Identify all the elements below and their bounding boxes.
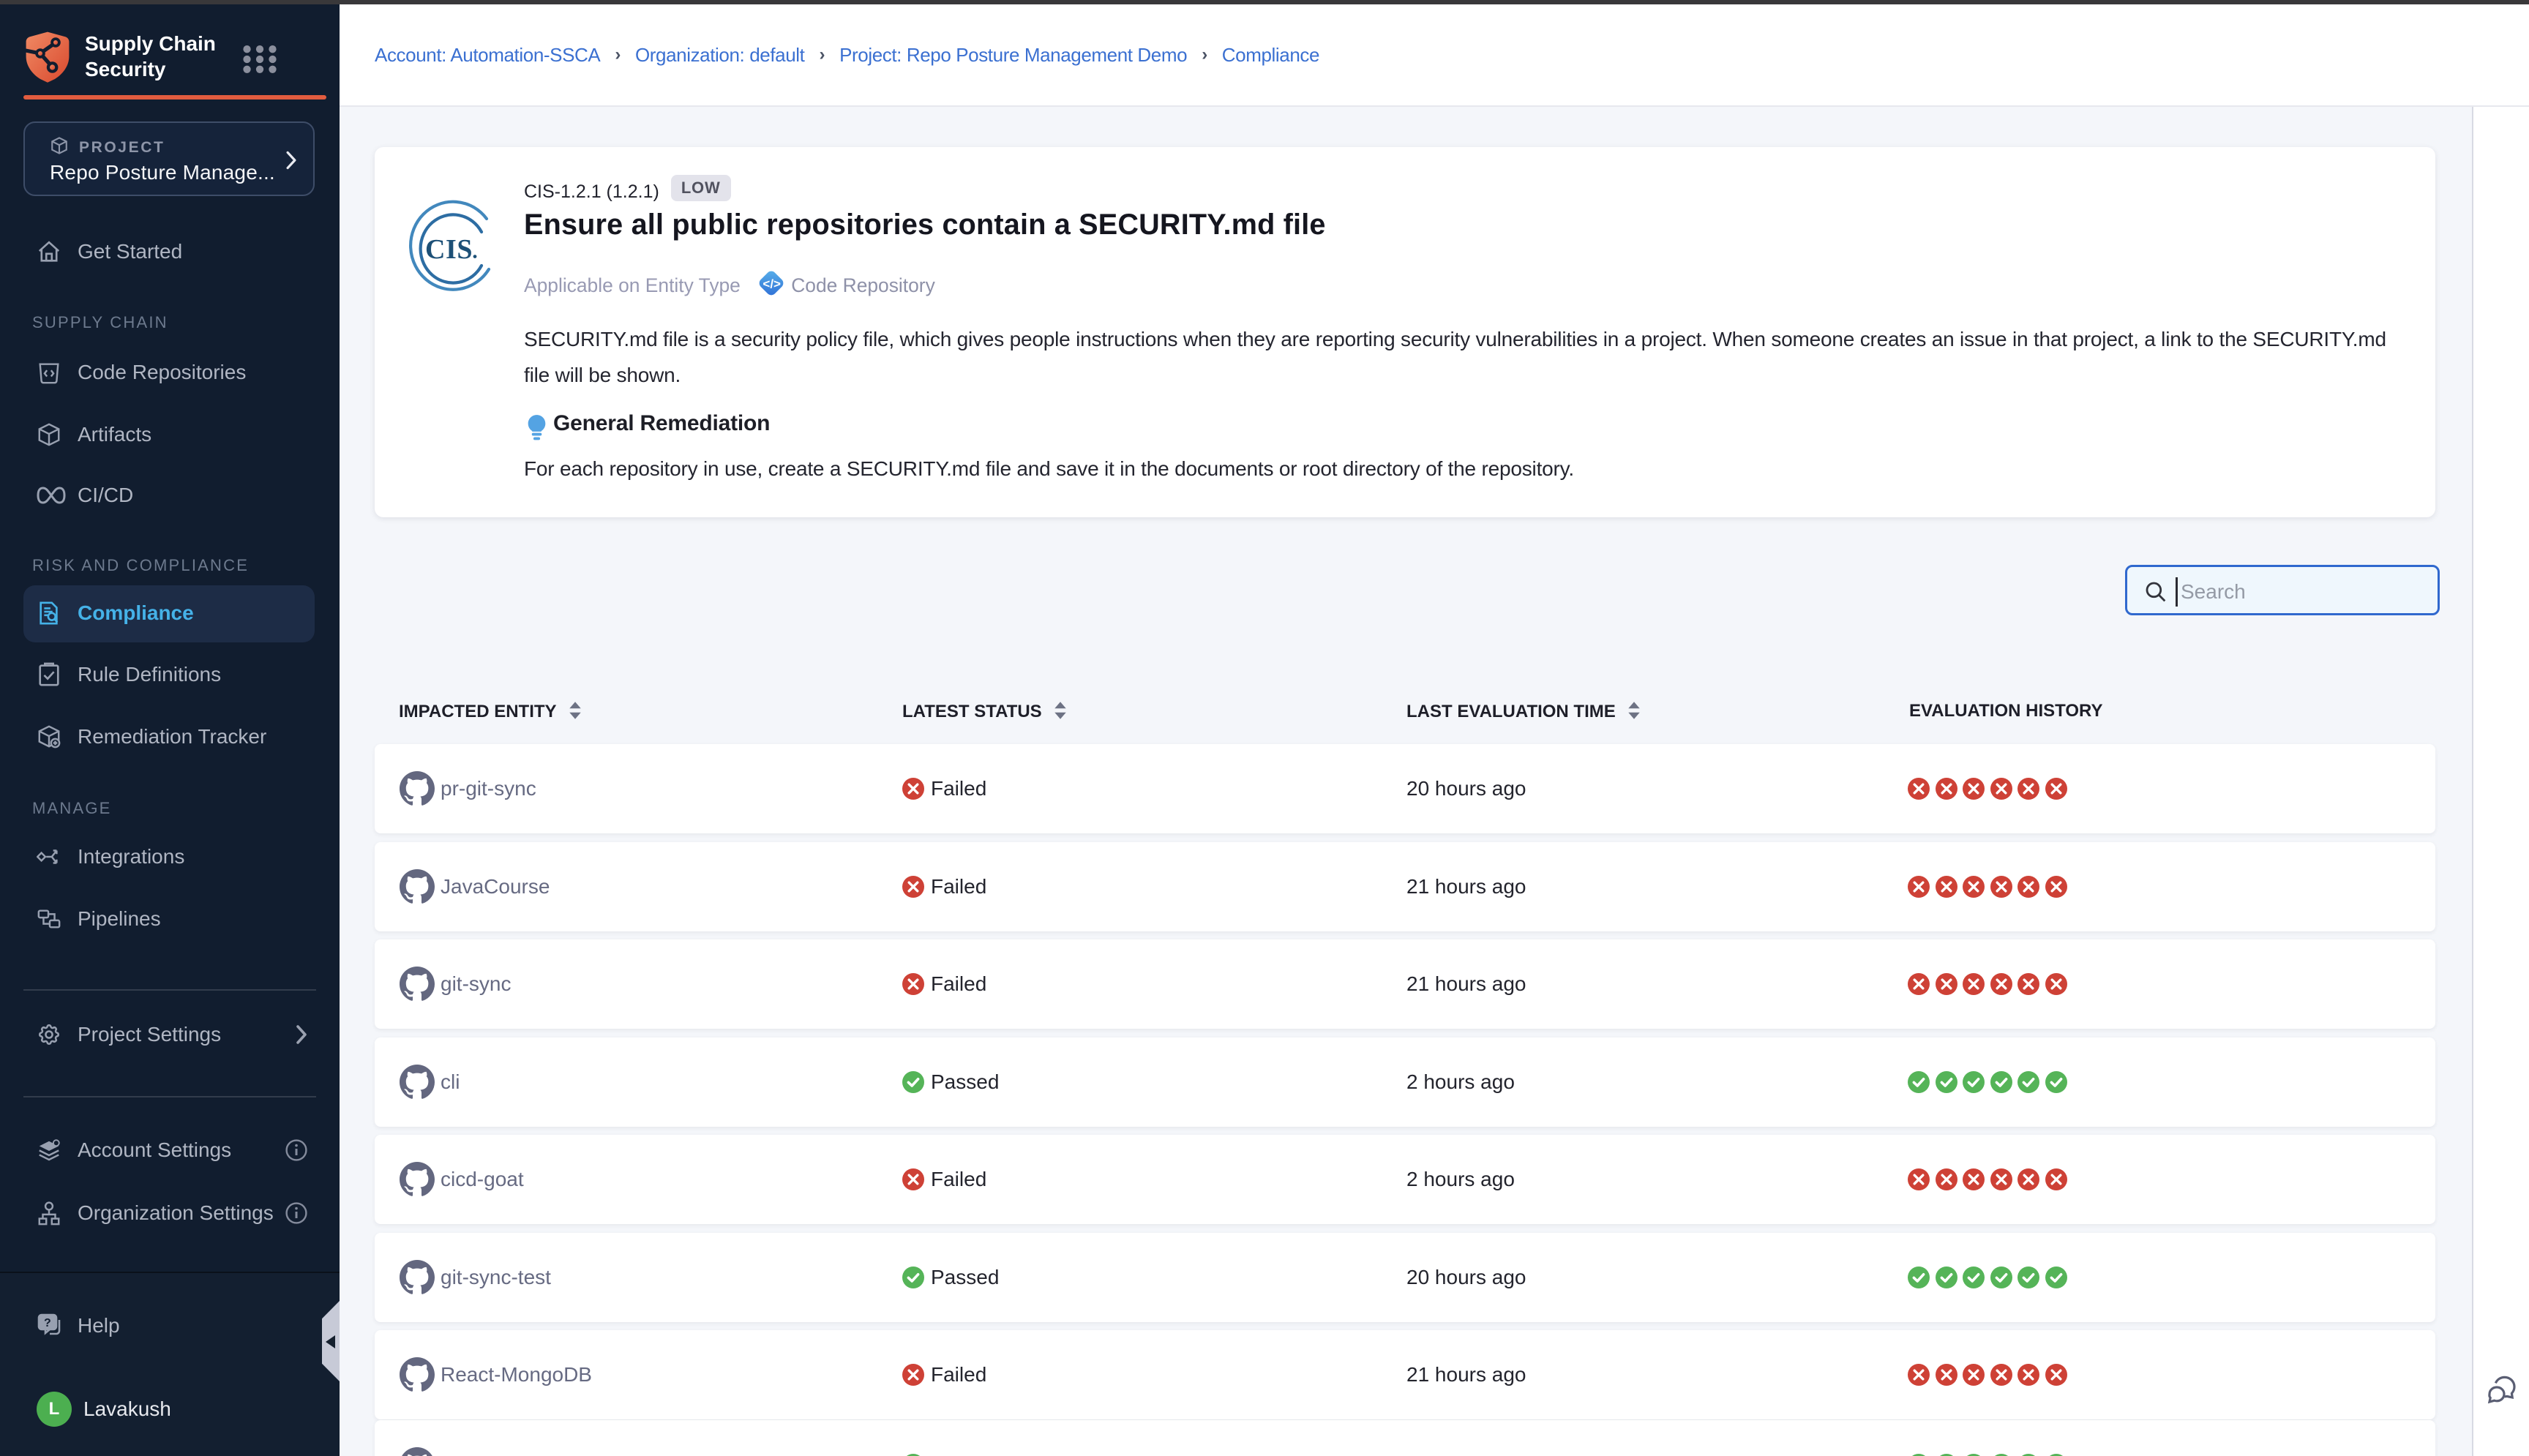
svg-text:</>: </>	[763, 277, 781, 290]
svg-text:CIS: CIS	[425, 234, 473, 265]
svg-text:?: ?	[44, 1317, 51, 1329]
